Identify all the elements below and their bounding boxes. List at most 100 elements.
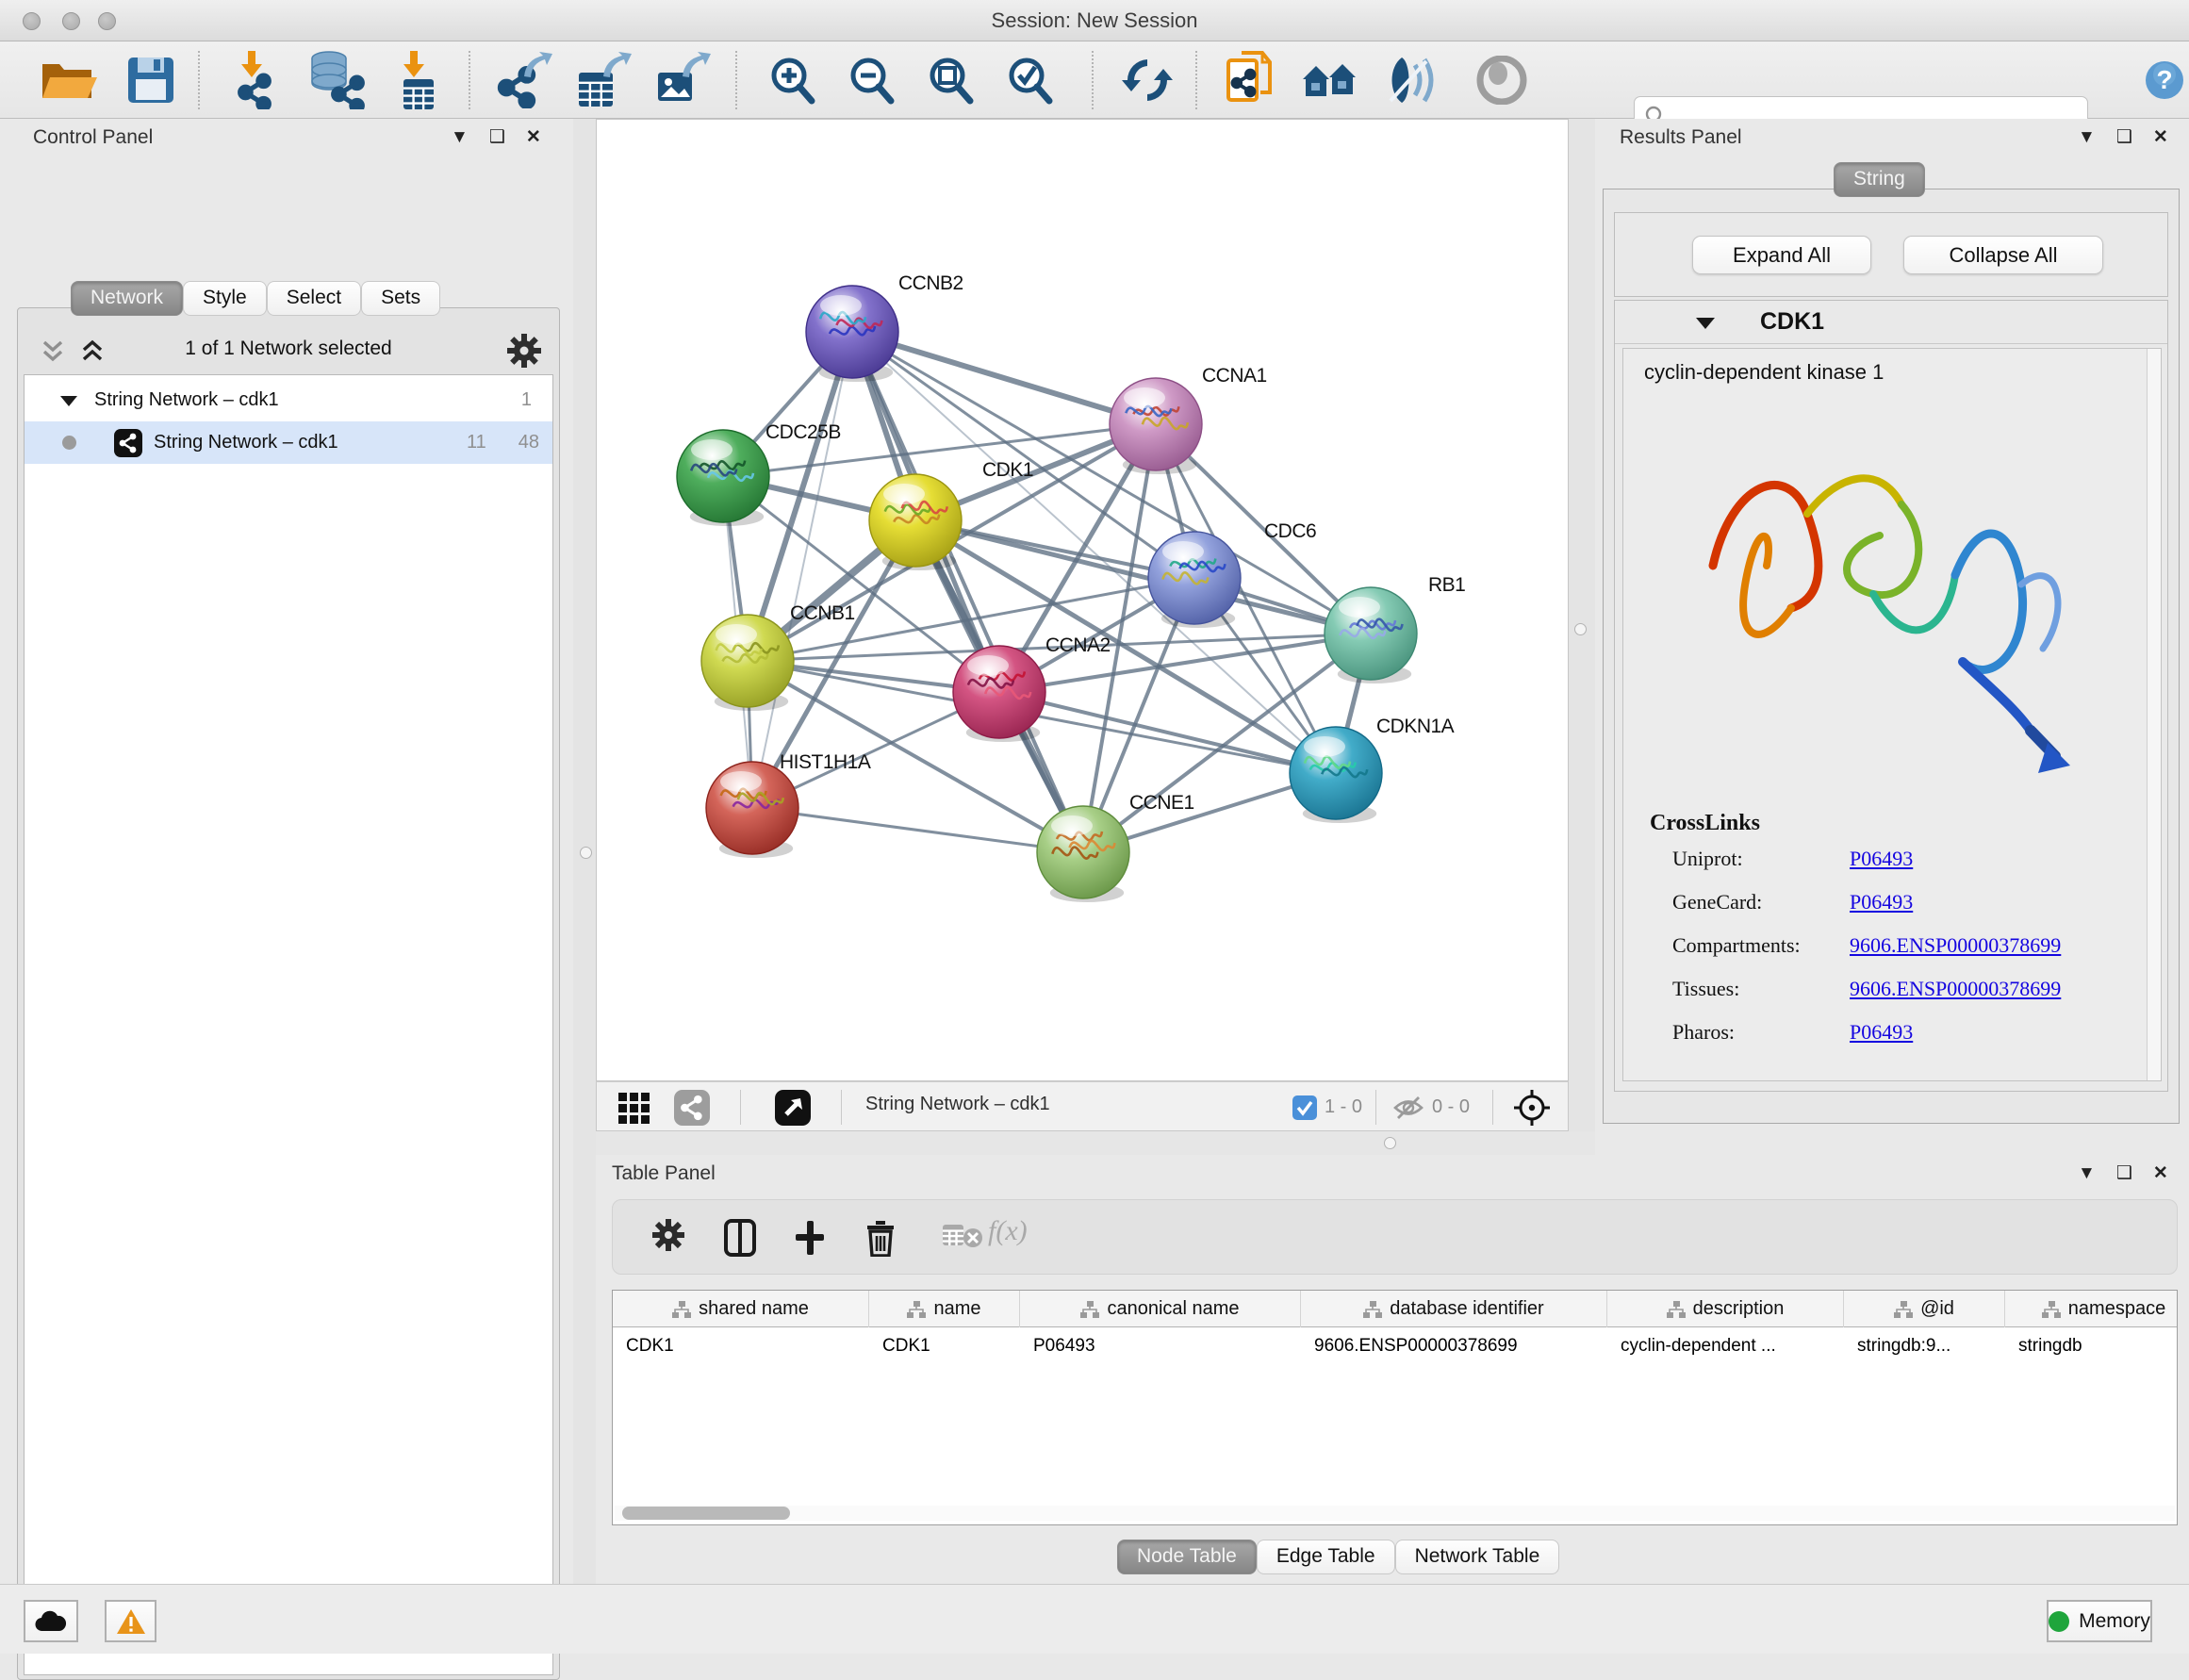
string-home-icon[interactable] <box>1300 55 1362 106</box>
edge[interactable] <box>852 332 1156 424</box>
collapse-all-button[interactable]: Collapse All <box>1903 236 2103 274</box>
import-network-file-icon[interactable] <box>228 51 285 109</box>
column-header-canonical-name[interactable]: canonical name <box>1020 1291 1301 1327</box>
zoom-fit-icon[interactable] <box>925 54 978 107</box>
table-cell[interactable]: 9606.ENSP00000378699 <box>1301 1327 1607 1365</box>
entry-expander-icon[interactable] <box>1694 314 1717 331</box>
close-panel-icon[interactable]: ✕ <box>526 128 541 146</box>
table-delete-icon[interactable] <box>943 1219 984 1249</box>
tab-network-table[interactable]: Network Table <box>1395 1540 1560 1574</box>
tab-style[interactable]: Style <box>183 281 267 316</box>
column-header-database-identifier[interactable]: database identifier <box>1301 1291 1607 1327</box>
hidden-eye-icon[interactable] <box>1391 1094 1425 1122</box>
crosslinks-list: Uniprot:P06493GeneCard:P06493Compartment… <box>1623 847 2161 1073</box>
edge[interactable] <box>752 808 1083 852</box>
clone-network-icon[interactable] <box>1223 51 1277 109</box>
column-header-shared-name[interactable]: shared name <box>613 1291 869 1327</box>
tab-select[interactable]: Select <box>267 281 361 316</box>
float-results-icon[interactable]: ❑ <box>2116 128 2132 146</box>
open-session-icon[interactable] <box>39 55 97 106</box>
right-splitter[interactable] <box>1567 119 1595 1155</box>
network-options-gear-icon[interactable] <box>506 333 542 369</box>
left-splitter-grip[interactable] <box>580 847 592 859</box>
tab-network[interactable]: Network <box>71 281 183 316</box>
table-gear-icon[interactable] <box>652 1219 684 1251</box>
import-table-file-icon[interactable] <box>390 51 447 109</box>
collapse-panel-icon[interactable]: ▼ <box>451 128 469 146</box>
results-scrollbar[interactable] <box>2147 349 2161 1080</box>
table-plus-icon[interactable] <box>794 1219 826 1257</box>
node-label: RB1 <box>1428 574 1465 596</box>
cloud-button[interactable] <box>24 1600 78 1642</box>
column-header--id[interactable]: @id <box>1844 1291 2005 1327</box>
table-hscrollbar-thumb[interactable] <box>622 1507 790 1520</box>
table-cell[interactable]: CDK1 <box>613 1327 869 1365</box>
grid-view-icon[interactable] <box>617 1092 651 1124</box>
refresh-icon[interactable] <box>1120 54 1175 107</box>
network-node-CCNB2[interactable]: CCNB2 <box>806 272 963 382</box>
network-node-CDKN1A[interactable]: CDKN1A <box>1290 716 1455 823</box>
expand-all-button[interactable]: Expand All <box>1692 236 1871 274</box>
node-label: CCNA2 <box>1045 634 1111 656</box>
node-label: CCNB1 <box>790 602 855 624</box>
bottom-splitter-grip[interactable] <box>1384 1137 1396 1149</box>
zoom-in-icon[interactable] <box>766 54 819 107</box>
zoom-selected-icon[interactable] <box>1004 54 1057 107</box>
network-collection-row[interactable]: String Network – cdk1 1 <box>25 379 552 421</box>
network-node-RB1[interactable]: RB1 <box>1325 574 1465 684</box>
table-cell[interactable]: cyclin-dependent ... <box>1607 1327 1844 1365</box>
help-button[interactable]: ? <box>2144 59 2185 101</box>
network-row-selected[interactable]: String Network – cdk1 11 48 <box>25 421 552 464</box>
column-header-description[interactable]: description <box>1607 1291 1844 1327</box>
table-hscrollbar[interactable] <box>615 1506 2175 1521</box>
tab-edge-table[interactable]: Edge Table <box>1257 1540 1395 1574</box>
function-builder-icon[interactable]: f(x) <box>988 1215 1028 1247</box>
fit-selected-crosshair-icon[interactable] <box>1513 1089 1551 1127</box>
column-header-name[interactable]: name <box>869 1291 1020 1327</box>
table-panel: Table Panel ▼ ❑ ✕ f(x) shared name name … <box>596 1155 2189 1584</box>
crosslink-link[interactable]: P06493 <box>1850 847 1913 871</box>
right-splitter-grip[interactable] <box>1574 623 1587 635</box>
network-node-CCNA1[interactable]: CCNA1 <box>1110 365 1267 474</box>
selected-checkbox-icon[interactable] <box>1292 1095 1317 1120</box>
export-image-icon[interactable] <box>654 52 715 108</box>
edge[interactable] <box>852 332 1083 852</box>
table-cell[interactable]: stringdb <box>2005 1327 2178 1365</box>
import-network-database-icon[interactable] <box>304 51 367 109</box>
crosslink-link[interactable]: P06493 <box>1850 890 1913 914</box>
float-table-icon[interactable]: ❑ <box>2116 1164 2132 1182</box>
collection-expander-icon[interactable] <box>58 392 79 409</box>
edge[interactable] <box>752 332 852 808</box>
collapse-table-icon[interactable]: ▼ <box>2078 1164 2096 1182</box>
tab-node-table[interactable]: Node Table <box>1117 1540 1257 1574</box>
network-share-view-icon[interactable] <box>674 1090 710 1126</box>
birdseye-view-icon[interactable] <box>775 1090 811 1126</box>
table-cell[interactable]: stringdb:9... <box>1844 1327 2005 1365</box>
hide-glass-icon[interactable] <box>1383 54 1440 107</box>
collapse-results-icon[interactable]: ▼ <box>2078 128 2096 146</box>
export-table-icon[interactable] <box>575 52 635 108</box>
tab-sets[interactable]: Sets <box>361 281 440 316</box>
network-node-HIST1H1A[interactable]: HIST1H1A <box>706 751 871 858</box>
gray-eye-icon[interactable] <box>1475 56 1528 105</box>
crosslink-link[interactable]: 9606.ENSP00000378699 <box>1850 933 2061 958</box>
float-panel-icon[interactable]: ❑ <box>489 128 505 146</box>
close-results-icon[interactable]: ✕ <box>2153 128 2168 146</box>
crosslink-link[interactable]: P06493 <box>1850 1020 1913 1045</box>
node-table[interactable]: shared name name canonical name database… <box>612 1290 2178 1525</box>
export-network-icon[interactable] <box>496 52 556 108</box>
memory-button[interactable]: Memory <box>2047 1600 2152 1642</box>
close-table-icon[interactable]: ✕ <box>2153 1164 2168 1182</box>
table-cell[interactable]: P06493 <box>1020 1327 1301 1365</box>
zoom-out-icon[interactable] <box>846 54 898 107</box>
save-session-icon[interactable] <box>125 55 176 106</box>
column-header-namespace[interactable]: namespace <box>2005 1291 2178 1327</box>
crosslinks-title: CrossLinks <box>1650 811 1760 836</box>
tab-string[interactable]: String <box>1834 162 1925 197</box>
table-trash-icon[interactable] <box>865 1219 896 1257</box>
crosslink-link[interactable]: 9606.ENSP00000378699 <box>1850 977 2061 1001</box>
table-columns-icon[interactable] <box>724 1219 756 1257</box>
network-canvas[interactable]: CCNB2 CCNA1 CDC25B CDK1 CDC6 <box>596 119 1569 1081</box>
warnings-button[interactable] <box>105 1600 156 1642</box>
table-cell[interactable]: CDK1 <box>869 1327 1020 1365</box>
